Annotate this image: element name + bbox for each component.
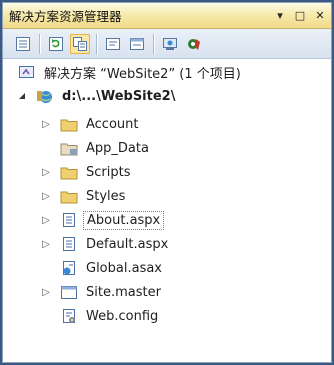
refresh-icon[interactable]	[46, 34, 66, 54]
tree-item-scripts[interactable]: ▷ Scripts	[41, 161, 133, 183]
expander-placeholder	[41, 263, 51, 273]
project-label: d:\...\WebSite2\	[62, 88, 176, 104]
panel-title: 解决方案资源管理器	[9, 9, 122, 24]
expand-arrow-icon[interactable]: ▷	[41, 239, 51, 250]
tree-item-account[interactable]: ▷ Account	[41, 113, 142, 135]
solution-icon	[17, 63, 37, 81]
aspx-page-icon	[59, 235, 79, 253]
properties-icon[interactable]	[13, 34, 33, 54]
expander-placeholder	[41, 311, 51, 321]
expand-arrow-icon[interactable]: ▷	[41, 287, 51, 298]
toolbar-separator	[96, 33, 97, 54]
folder-icon	[59, 163, 79, 181]
app-data-folder-icon	[59, 139, 79, 157]
tree-item-label: Web.config	[86, 308, 159, 324]
solution-tree: 解决方案 “WebSite2” (1 个项目) d:\...\WebSite2\…	[3, 61, 331, 362]
explorer-toolbar	[3, 29, 331, 59]
aspx-page-icon	[59, 211, 79, 229]
panel-title-bar: 解决方案资源管理器 ▾ □ ✕	[3, 3, 331, 29]
toolbar-separator	[153, 33, 154, 54]
tree-item-label: App_Data	[86, 140, 149, 156]
tree-item-label: Account	[86, 116, 139, 132]
folder-icon	[59, 115, 79, 133]
tree-item-label: Scripts	[86, 164, 131, 180]
expand-arrow-icon[interactable]: ▷	[41, 215, 51, 226]
solution-explorer-panel: 解决方案资源管理器 ▾ □ ✕ 解决方案 “WebSite2” (1 个项目) …	[2, 2, 332, 363]
view-code-icon[interactable]	[103, 34, 123, 54]
tree-item-app-data[interactable]: App_Data	[41, 137, 152, 159]
show-all-files-icon[interactable]	[70, 33, 90, 54]
copy-website-icon[interactable]	[160, 34, 180, 54]
tree-item-styles[interactable]: ▷ Styles	[41, 185, 128, 207]
project-node[interactable]: d:\...\WebSite2\	[17, 85, 178, 107]
solution-label: 解决方案 “WebSite2” (1 个项目)	[44, 66, 241, 82]
tree-item-label: Global.asax	[86, 260, 163, 276]
tree-item-default-aspx[interactable]: ▷ Default.aspx	[41, 233, 171, 255]
tree-item-web-config[interactable]: Web.config	[41, 305, 161, 327]
close-icon[interactable]: ✕	[311, 7, 329, 25]
view-designer-icon[interactable]	[127, 34, 147, 54]
expander-placeholder	[41, 143, 51, 153]
tree-item-about-aspx[interactable]: ▷ About.aspx	[41, 209, 165, 231]
folder-icon	[59, 187, 79, 205]
expand-arrow-icon[interactable]: ▷	[41, 119, 51, 130]
tree-item-label: About.aspx	[83, 210, 165, 230]
solution-node[interactable]: 解决方案 “WebSite2” (1 个项目)	[17, 61, 244, 83]
master-page-icon	[59, 283, 79, 301]
toolbar-separator	[39, 33, 40, 54]
expand-arrow-icon[interactable]: ▷	[41, 191, 51, 202]
tree-item-global-asax[interactable]: Global.asax	[41, 257, 165, 279]
collapse-arrow-icon[interactable]	[17, 91, 27, 101]
config-file-icon	[59, 307, 79, 325]
expand-arrow-icon[interactable]: ▷	[41, 167, 51, 178]
tree-item-site-master[interactable]: ▷ Site.master	[41, 281, 164, 303]
global-asax-icon	[59, 259, 79, 277]
tree-item-label: Default.aspx	[86, 236, 169, 252]
tree-item-label: Site.master	[86, 284, 161, 300]
website-project-icon	[35, 87, 55, 105]
asp-net-config-icon[interactable]	[184, 34, 204, 54]
window-position-dropdown-icon[interactable]: ▾	[271, 7, 289, 25]
auto-hide-pin-icon[interactable]: □	[291, 7, 309, 25]
tree-item-label: Styles	[86, 188, 126, 204]
